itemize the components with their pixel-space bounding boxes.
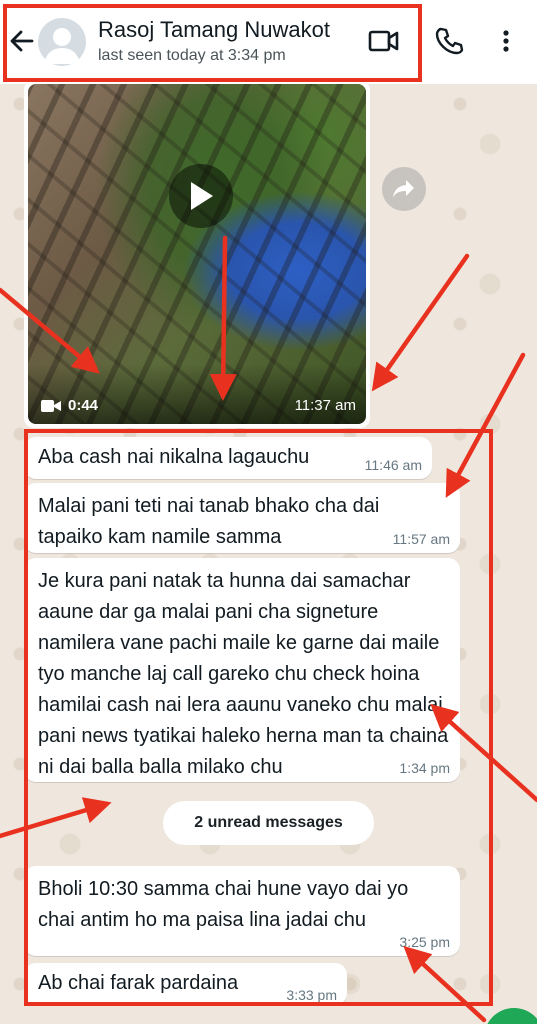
video-camera-icon [41,399,61,412]
message-time: 11:46 am [364,457,422,473]
play-icon[interactable] [169,164,233,228]
message-text: Bholi 10:30 samma chai hune vayo dai yo … [38,878,409,931]
forward-icon[interactable] [382,167,426,211]
message-text: Je kura pani natak ta hunna dai samachar… [38,570,449,778]
message-bubble[interactable]: Aba cash nai nikalna lagauchu 11:46 am [24,437,432,479]
video-duration-indicator: 0:44 [40,397,98,414]
message-bubble[interactable]: Ab chai farak pardaina 3:33 pm [24,963,347,1005]
message-time: 1:34 pm [399,760,450,776]
video-message[interactable]: 0:44 11:37 am [24,80,370,428]
message-bubble[interactable]: Je kura pani natak ta hunna dai samachar… [24,558,460,782]
more-vert-icon[interactable] [496,26,516,56]
video-thumbnail[interactable]: 0:44 11:37 am [28,84,366,424]
message-time: 3:33 pm [286,987,337,1003]
message-time: 11:57 am [392,531,450,547]
message-bubble[interactable]: Bholi 10:30 samma chai hune vayo dai yo … [24,866,460,956]
message-time: 11:37 am [294,397,356,414]
unread-messages-divider: 2 unread messages [163,801,374,845]
video-duration: 0:44 [68,397,99,414]
chat-header: Rasoj Tamang Nuwakot last seen today at … [0,0,537,84]
message-text: Malai pani teti nai tanab bhako cha dai … [38,495,380,548]
message-bubble[interactable]: Malai pani teti nai tanab bhako cha dai … [24,483,460,553]
message-time: 3:25 pm [399,934,450,950]
phone-icon[interactable] [434,26,464,56]
message-text: Aba cash nai nikalna lagauchu [38,446,310,468]
message-text: Ab chai farak pardaina [38,972,239,994]
header-annotation-box [3,4,422,82]
